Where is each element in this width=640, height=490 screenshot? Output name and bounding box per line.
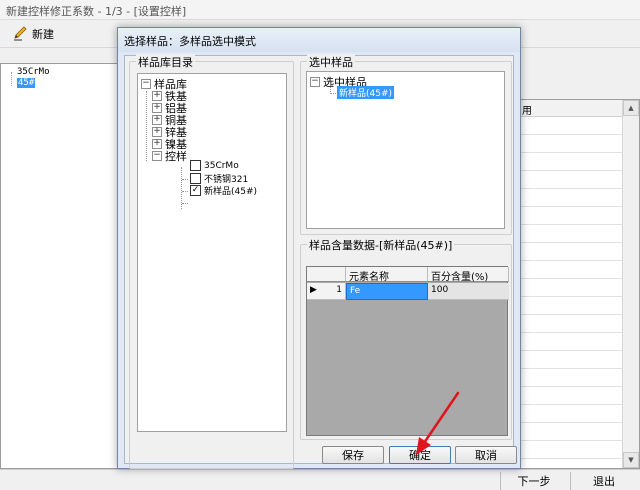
- library-legend: 样品库目录: [136, 54, 195, 70]
- grid-rows: [518, 117, 622, 470]
- dialog-title: 选择样品：多样品选中模式: [118, 28, 520, 52]
- exit-button[interactable]: 退出: [570, 472, 637, 490]
- collapse-icon[interactable]: −: [141, 79, 151, 89]
- library-tree[interactable]: − 样品库 + 铁基 + 铝基 + 铜基 + 锌基 + 镍基 − 控样 35Cr…: [137, 73, 287, 432]
- tree-guide: [11, 72, 12, 86]
- main-tree-item-selected[interactable]: 45#: [17, 78, 36, 88]
- sample-label: 35CrMo: [204, 160, 239, 171]
- grid-corner: [307, 267, 346, 282]
- tree-guide: [146, 91, 147, 161]
- tree-guide: [182, 191, 188, 192]
- selected-tree[interactable]: − 选中样品 新样品(45#): [306, 71, 505, 229]
- grid-header-percent[interactable]: 百分含量(%): [428, 267, 509, 283]
- new-button[interactable]: 新建: [8, 24, 58, 44]
- tree-guide: [182, 203, 188, 204]
- selected-sample-label: 新样品(45#): [339, 89, 393, 99]
- sample-checkbox[interactable]: [190, 160, 201, 171]
- column-header: 用: [518, 100, 622, 117]
- next-button[interactable]: 下一步: [500, 472, 567, 490]
- tree-node-label: 控样: [165, 150, 187, 163]
- selected-sample-item[interactable]: 新样品(45#): [337, 86, 395, 99]
- sample-item[interactable]: 35CrMo: [190, 160, 239, 171]
- grid-header-element[interactable]: 元素名称: [346, 267, 428, 283]
- scroll-up-icon[interactable]: ▲: [623, 100, 639, 116]
- vertical-scrollbar[interactable]: ▲ ▼: [622, 100, 639, 468]
- main-tree-item[interactable]: 35CrMo: [17, 67, 50, 77]
- tree-node-category-control[interactable]: − 控样: [152, 148, 187, 164]
- grid-cell-element[interactable]: Fe: [346, 283, 428, 300]
- collapse-icon[interactable]: −: [310, 77, 320, 87]
- tree-guide: [330, 93, 336, 94]
- content-legend: 样品含量数据-[新样品(45#)]: [307, 237, 455, 253]
- main-sample-tree[interactable]: 35CrMo 45#: [0, 63, 121, 469]
- sample-label: 新样品(45#): [204, 187, 258, 197]
- save-button[interactable]: 保存: [322, 446, 384, 464]
- scroll-down-icon[interactable]: ▼: [623, 452, 639, 468]
- row-index: 1: [336, 285, 342, 295]
- selected-group: 选中样品 − 选中样品 新样品(45#): [300, 54, 512, 235]
- main-data-grid[interactable]: 用 ▲ ▼: [517, 99, 640, 470]
- window-title: 新建控样修正系数 - 1/3 - [设置控样]: [0, 0, 640, 20]
- selected-legend: 选中样品: [307, 54, 355, 70]
- grid-row-header[interactable]: ▶ 1: [307, 283, 346, 300]
- collapse-icon[interactable]: −: [152, 151, 162, 161]
- grid-cell-percent[interactable]: 100: [428, 283, 509, 300]
- annotation-arrow-icon: [416, 391, 460, 455]
- sample-checkbox[interactable]: [190, 173, 201, 184]
- sample-item[interactable]: ✓ 新样品(45#): [190, 184, 257, 197]
- library-group: 样品库目录 − 样品库 + 铁基 + 铝基 + 铜基 + 锌基 + 镍基 − 控…: [129, 54, 294, 469]
- current-row-icon: ▶: [310, 285, 317, 295]
- sample-checkbox-checked[interactable]: ✓: [190, 185, 201, 196]
- pencil-icon: [12, 25, 28, 44]
- new-label: 新建: [32, 28, 54, 41]
- tree-guide: [182, 179, 188, 180]
